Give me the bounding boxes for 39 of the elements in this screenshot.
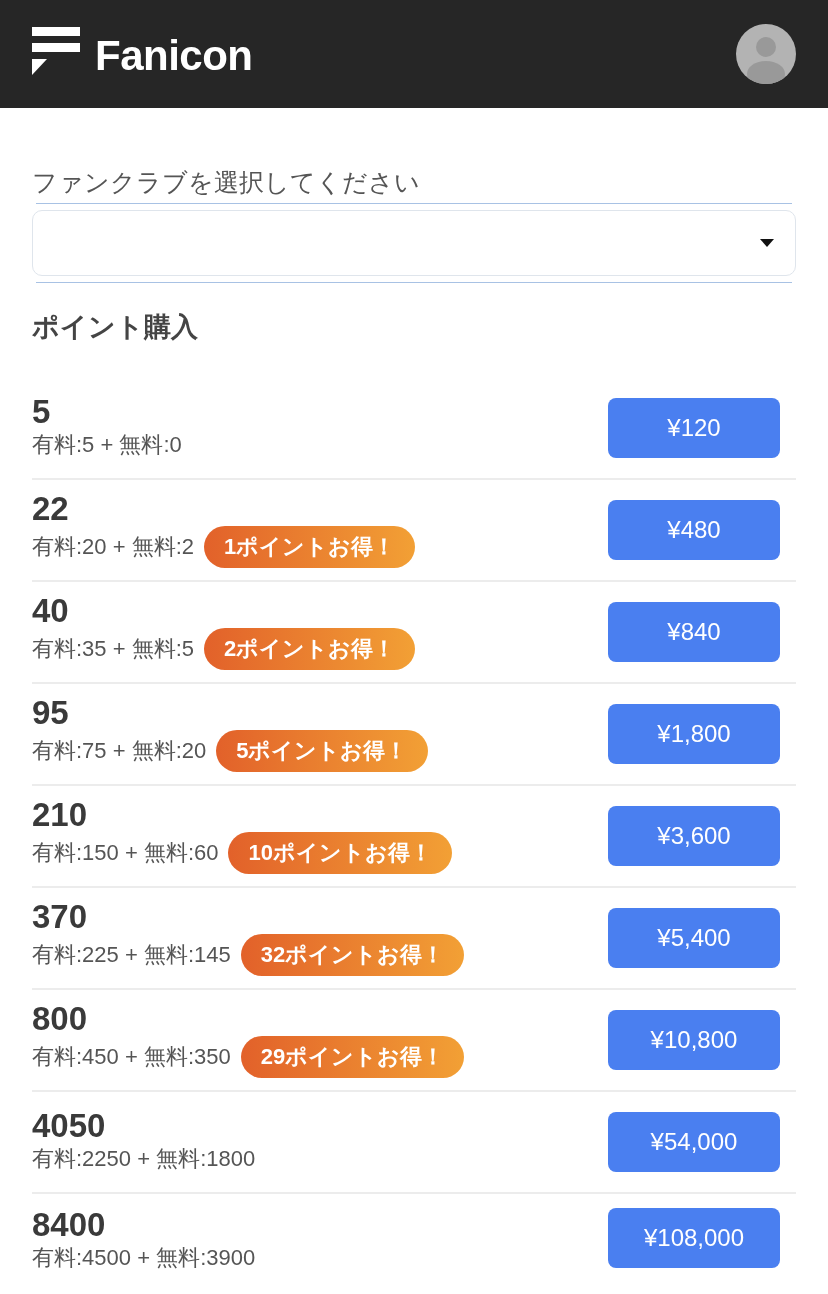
price-button[interactable]: ¥10,800 (608, 1010, 780, 1070)
caret-icon (760, 239, 774, 247)
points-amount: 800 (32, 1002, 89, 1036)
points-amount: 8400 (32, 1208, 107, 1242)
price-button[interactable]: ¥120 (608, 398, 780, 458)
price-button[interactable]: ¥480 (608, 500, 780, 560)
points-breakdown: 有料:35 + 無料:5 (32, 635, 194, 663)
points-breakdown: 有料:450 + 無料:350 (32, 1043, 231, 1071)
bonus-badge: 32ポイントお得！ (240, 934, 465, 976)
points-breakdown: 有料:2250 + 無料:1800 (32, 1145, 256, 1173)
bonus-badge: 10ポイントお得！ (228, 832, 452, 874)
bonus-badge: 1ポイントお得！ (204, 526, 416, 568)
bonus-badge: 2ポイントお得！ (204, 628, 416, 670)
points-amount: 40 (32, 594, 70, 628)
price-button[interactable]: ¥54,000 (608, 1112, 780, 1172)
logo-text: Fanicon (95, 36, 253, 76)
points-amount: 95 (32, 696, 70, 730)
price-button[interactable]: ¥3,600 (608, 806, 780, 866)
points-amount: 210 (32, 798, 89, 832)
points-breakdown: 有料:20 + 無料:2 (32, 533, 194, 561)
price-button[interactable]: ¥5,400 (608, 908, 780, 968)
section-title: ポイント購入 (32, 311, 199, 344)
points-amount: 370 (32, 900, 89, 934)
logo-icon (32, 27, 80, 75)
points-breakdown: 有料:75 + 無料:20 (32, 737, 207, 765)
price-button[interactable]: ¥108,000 (608, 1208, 780, 1268)
points-breakdown: 有料:225 + 無料:145 (32, 941, 231, 969)
points-breakdown: 有料:5 + 無料:0 (32, 431, 182, 459)
bonus-badge: 29ポイントお得！ (240, 1036, 465, 1078)
points-amount: 22 (32, 492, 70, 526)
bonus-badge: 5ポイントお得！ (216, 730, 428, 772)
points-amount: 5 (32, 395, 52, 429)
avatar-icon[interactable] (736, 24, 796, 84)
points-amount: 4050 (32, 1109, 107, 1143)
select-label: ファンクラブを選択してください (32, 167, 421, 198)
price-button[interactable]: ¥1,800 (608, 704, 780, 764)
price-button[interactable]: ¥840 (608, 602, 780, 662)
points-breakdown: 有料:150 + 無料:60 (32, 839, 219, 867)
points-breakdown: 有料:4500 + 無料:3900 (32, 1244, 256, 1272)
